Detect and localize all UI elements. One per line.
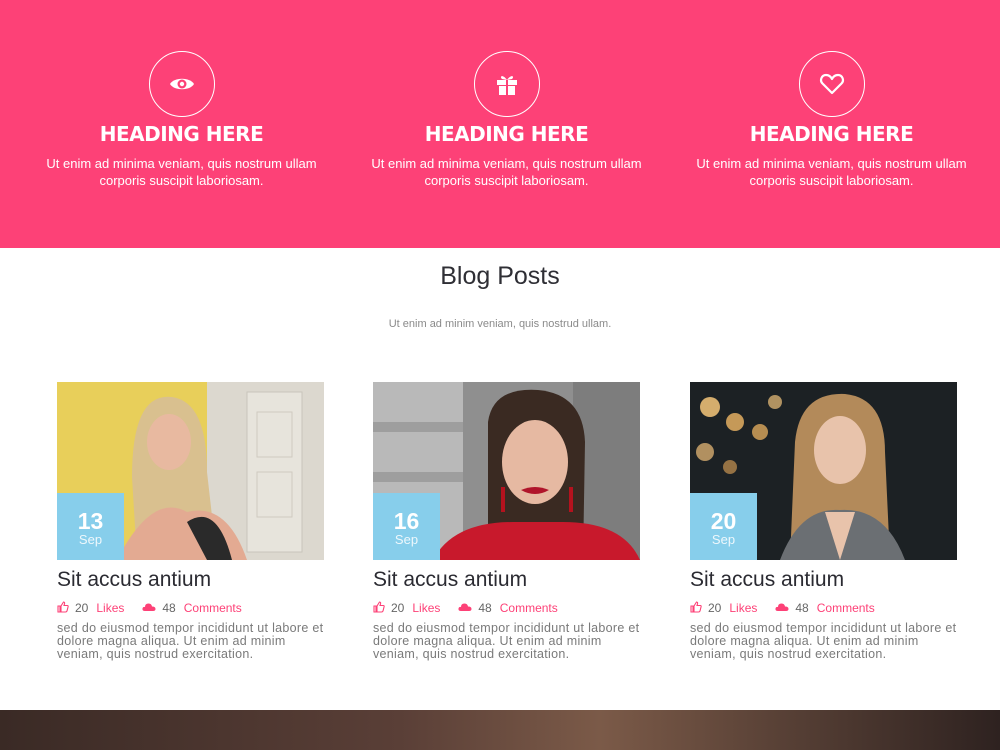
likes-count: 20 bbox=[75, 601, 89, 615]
blog-card[interactable]: 16 Sep Sit accus antium 20 Likes 48 Comm… bbox=[373, 382, 640, 661]
likes-link[interactable]: Likes bbox=[412, 601, 440, 615]
date-badge: 16 Sep bbox=[373, 493, 440, 560]
date-day: 16 bbox=[393, 508, 420, 534]
comments-link[interactable]: Comments bbox=[184, 601, 242, 615]
post-meta: 20 Likes 48 Comments bbox=[690, 600, 957, 616]
comments-count: 48 bbox=[795, 601, 809, 615]
comments-link[interactable]: Comments bbox=[500, 601, 558, 615]
thumbs-up-icon[interactable] bbox=[373, 600, 385, 616]
feature-heading: HEADING HERE bbox=[99, 122, 264, 146]
date-day: 13 bbox=[77, 508, 104, 534]
date-badge: 20 Sep bbox=[690, 493, 757, 560]
blog-card[interactable]: 20 Sep Sit accus antium 20 Likes 48 Comm… bbox=[690, 382, 957, 661]
post-title[interactable]: Sit accus antium bbox=[373, 568, 640, 592]
feature-heading: HEADING HERE bbox=[749, 122, 914, 146]
likes-count: 20 bbox=[391, 601, 405, 615]
likes-link[interactable]: Likes bbox=[96, 601, 124, 615]
likes-count: 20 bbox=[708, 601, 722, 615]
post-image[interactable]: 16 Sep bbox=[373, 382, 640, 560]
features-section: HEADING HERE Ut enim ad minima veniam, q… bbox=[0, 0, 1000, 248]
next-section-background bbox=[0, 710, 1000, 750]
feature-text: Ut enim ad minima veniam, quis nostrum u… bbox=[46, 156, 317, 188]
comments-link[interactable]: Comments bbox=[817, 601, 875, 615]
blog-title: Blog Posts bbox=[440, 262, 560, 290]
date-month: Sep bbox=[78, 532, 103, 547]
feature-text: Ut enim ad minima veniam, quis nostrum u… bbox=[696, 156, 967, 188]
blog-card[interactable]: 13 Sep Sit accus antium 20 Likes 48 Comm… bbox=[57, 382, 324, 661]
thumbs-up-icon[interactable] bbox=[690, 600, 702, 616]
heart-icon bbox=[798, 51, 865, 117]
comments-count: 48 bbox=[478, 601, 492, 615]
post-meta: 20 Likes 48 Comments bbox=[373, 600, 640, 616]
cloud-icon[interactable] bbox=[458, 601, 472, 615]
feature-heading: HEADING HERE bbox=[424, 122, 589, 146]
gift-icon bbox=[473, 51, 540, 117]
post-image[interactable]: 13 Sep bbox=[57, 382, 324, 560]
post-excerpt: sed do eiusmod tempor incididunt ut labo… bbox=[57, 621, 324, 661]
feature-text: Ut enim ad minima veniam, quis nostrum u… bbox=[371, 156, 642, 188]
date-month: Sep bbox=[394, 532, 419, 547]
blog-subtitle: Ut enim ad minim veniam, quis nostrud ul… bbox=[388, 318, 612, 330]
post-image[interactable]: 20 Sep bbox=[690, 382, 957, 560]
eye-icon bbox=[148, 51, 215, 117]
comments-count: 48 bbox=[162, 601, 176, 615]
date-day: 20 bbox=[710, 508, 737, 534]
cloud-icon[interactable] bbox=[775, 601, 789, 615]
likes-link[interactable]: Likes bbox=[729, 601, 757, 615]
post-title[interactable]: Sit accus antium bbox=[690, 568, 957, 592]
date-month: Sep bbox=[711, 532, 736, 547]
thumbs-up-icon[interactable] bbox=[57, 600, 69, 616]
post-meta: 20 Likes 48 Comments bbox=[57, 600, 324, 616]
date-badge: 13 Sep bbox=[57, 493, 124, 560]
post-title[interactable]: Sit accus antium bbox=[57, 568, 324, 592]
post-excerpt: sed do eiusmod tempor incididunt ut labo… bbox=[373, 621, 640, 661]
cloud-icon[interactable] bbox=[142, 601, 156, 615]
post-excerpt: sed do eiusmod tempor incididunt ut labo… bbox=[690, 621, 957, 661]
